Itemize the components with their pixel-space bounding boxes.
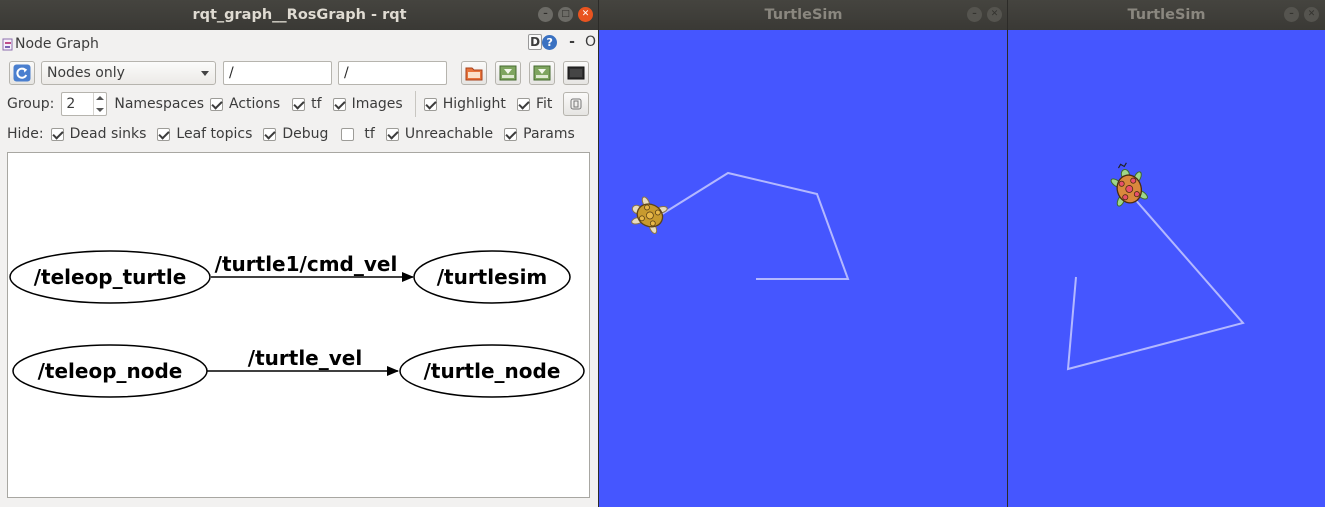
- mode-select[interactable]: Nodes only: [41, 61, 216, 85]
- toolbar-separator: [414, 91, 416, 117]
- node-label[interactable]: /turtle_node: [424, 359, 561, 383]
- unreachable-check-icon[interactable]: [385, 127, 399, 141]
- hide-label: Hide:: [7, 126, 44, 142]
- dead-sinks-label: Dead sinks: [69, 126, 147, 142]
- dead-sinks-check-icon[interactable]: [50, 127, 64, 141]
- refresh-button[interactable]: [9, 61, 35, 85]
- pen-trail: [1066, 196, 1245, 371]
- save-image-button[interactable]: [563, 61, 589, 85]
- close-icon[interactable]: ✕: [578, 7, 593, 22]
- highlight-check-icon[interactable]: [423, 97, 437, 111]
- turtlesim-titlebar-1[interactable]: TurtleSim – ✕: [599, 0, 1008, 30]
- images-check-icon[interactable]: [332, 97, 346, 111]
- params-label: Params: [523, 126, 575, 142]
- node-filter-input[interactable]: /: [223, 61, 332, 85]
- minimize-icon[interactable]: –: [967, 7, 982, 22]
- node-label[interactable]: /teleop_turtle: [34, 265, 187, 289]
- fit-checkbox[interactable]: Fit: [516, 96, 553, 112]
- window-title: TurtleSim: [1127, 7, 1206, 23]
- folder-icon: [465, 67, 483, 81]
- turtlesim-canvas-2: [1008, 30, 1325, 507]
- node-label[interactable]: /teleop_node: [38, 359, 183, 383]
- debug-label: Debug: [282, 126, 329, 142]
- tf-group-check-icon[interactable]: [292, 97, 306, 111]
- turtlesim-canvas-1: [599, 30, 1008, 507]
- group-label: Group:: [7, 96, 55, 112]
- plugin-minimize-button[interactable]: -: [569, 34, 575, 50]
- group-options-row: Group: 2 Namespaces Actions tf Images Hi…: [0, 91, 599, 117]
- tf-hide-label: tf: [364, 126, 375, 142]
- d-button[interactable]: D: [528, 34, 543, 50]
- node-label[interactable]: /turtlesim: [437, 265, 548, 289]
- save-image-icon: [533, 65, 551, 81]
- plugin-icon: [2, 38, 14, 51]
- window-title: TurtleSim: [764, 7, 843, 23]
- fit-view-icon: [570, 98, 582, 110]
- minimize-icon[interactable]: –: [1284, 7, 1299, 22]
- fit-in-view-button[interactable]: [563, 92, 589, 116]
- unreachable-checkbox[interactable]: Unreachable: [385, 126, 494, 142]
- params-check-icon[interactable]: [504, 127, 518, 141]
- namespaces-label: Namespaces: [114, 96, 205, 112]
- images-label: Images: [351, 96, 403, 112]
- save-svg-button[interactable]: [529, 61, 555, 85]
- pen-trail: [650, 171, 850, 280]
- topic-filter-input[interactable]: /: [338, 61, 447, 85]
- maximize-icon[interactable]: □: [558, 7, 573, 22]
- fit-label: Fit: [535, 96, 553, 112]
- turtlesim-window-2: TurtleSim – ✕: [1008, 0, 1325, 507]
- graph-toolbar: Nodes only / /: [0, 60, 599, 86]
- tf-hide-check-icon[interactable]: [341, 127, 355, 141]
- tf-group-label: tf: [311, 96, 322, 112]
- help-icon[interactable]: ?: [542, 34, 558, 50]
- graph-canvas[interactable]: /turtle1/cmd_vel /turtle_vel /teleop_tur…: [7, 152, 590, 498]
- leaf-topics-checkbox[interactable]: Leaf topics: [157, 126, 252, 142]
- highlight-checkbox[interactable]: Highlight: [423, 96, 506, 112]
- turtle-icon: [1110, 162, 1148, 207]
- leaf-topics-check-icon[interactable]: [157, 127, 171, 141]
- leaf-topics-label: Leaf topics: [176, 126, 253, 142]
- edge-label[interactable]: /turtle_vel: [248, 346, 362, 370]
- turtlesim-titlebar-2[interactable]: TurtleSim – ✕: [1008, 0, 1325, 30]
- images-checkbox[interactable]: Images: [332, 96, 403, 112]
- edge-label[interactable]: /turtle1/cmd_vel: [215, 252, 398, 276]
- actions-checkbox[interactable]: Actions: [229, 96, 280, 112]
- namespaces-check-icon[interactable]: [210, 97, 224, 111]
- plugin-header: Node Graph D ? - O: [0, 34, 599, 54]
- plugin-title: Node Graph: [15, 36, 99, 52]
- rqt-body: Node Graph D ? - O Nodes only / / Group:…: [0, 30, 599, 507]
- rqt-window: rqt_graph__RosGraph - rqt – □ ✕ Node Gra…: [0, 0, 599, 507]
- screen-icon: [567, 66, 585, 80]
- graph-svg: /turtle1/cmd_vel /turtle_vel /teleop_tur…: [9, 250, 585, 398]
- rqt-titlebar[interactable]: rqt_graph__RosGraph - rqt – □ ✕: [0, 0, 599, 30]
- debug-check-icon[interactable]: [263, 127, 277, 141]
- close-icon[interactable]: ✕: [987, 7, 1002, 22]
- spin-arrows-icon[interactable]: [93, 93, 106, 115]
- dead-sinks-checkbox[interactable]: Dead sinks: [50, 126, 147, 142]
- close-icon[interactable]: ✕: [1304, 7, 1319, 22]
- refresh-icon: [13, 64, 31, 82]
- fit-check-icon[interactable]: [516, 97, 530, 111]
- save-dot-button[interactable]: [495, 61, 521, 85]
- unreachable-label: Unreachable: [404, 126, 494, 142]
- namespaces-checkbox[interactable]: [210, 97, 229, 111]
- tf-group-checkbox[interactable]: tf: [292, 96, 322, 112]
- group-spinbox[interactable]: 2: [61, 92, 108, 116]
- load-dot-button[interactable]: [461, 61, 487, 85]
- turtlesim-window-1: TurtleSim – ✕: [599, 0, 1008, 507]
- debug-checkbox[interactable]: Debug: [263, 126, 328, 142]
- highlight-label: Highlight: [442, 96, 506, 112]
- minimize-icon[interactable]: –: [538, 7, 553, 22]
- hide-options-row: Hide: Dead sinks Leaf topics Debug tf Un…: [0, 122, 599, 146]
- save-as-icon: [499, 65, 517, 81]
- plugin-close-button[interactable]: O: [585, 34, 596, 50]
- params-checkbox[interactable]: Params: [504, 126, 575, 142]
- tf-hide-checkbox[interactable]: tf: [341, 126, 375, 142]
- group-value: 2: [66, 96, 76, 112]
- window-title: rqt_graph__RosGraph - rqt: [192, 7, 407, 23]
- actions-label: Actions: [229, 96, 281, 112]
